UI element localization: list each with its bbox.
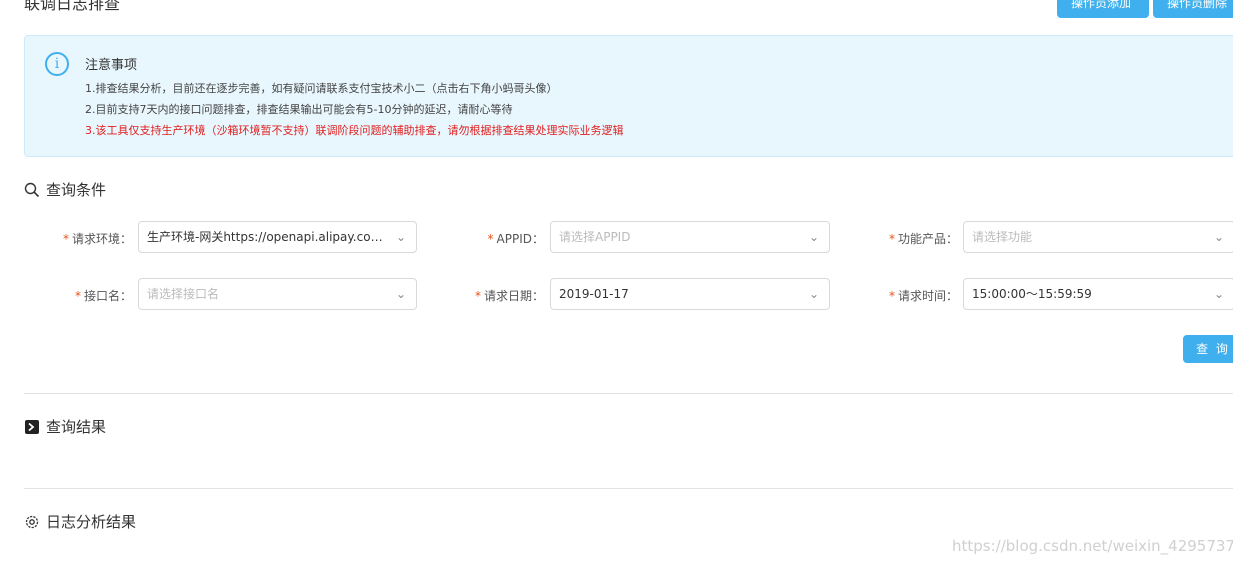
search-icon [24,182,40,198]
log-analysis-section-title: 日志分析结果 [46,513,137,531]
chevron-down-icon: ⌄ [395,287,406,301]
notice-panel: i 注意事项 1.排查结果分析，目前还在逐步完善，如有疑问请联系支付宝技术小二（… [24,35,1233,157]
query-section-header: 查询条件 [24,179,106,200]
time-select[interactable]: 15:00:00～15:59:59 ⌄ [963,278,1233,310]
appid-select-placeholder: 请选择APPID [559,230,631,244]
time-label: * 请求时间： [888,289,958,303]
required-mark: * [888,289,895,303]
log-analysis-section-header: 日志分析结果 [24,511,136,532]
env-select[interactable]: 生产环境-网关https://openapi.alipay.com/gatewa… [138,221,417,253]
env-label: * 请求环境： [62,232,132,246]
api-select-placeholder: 请选择接口名 [147,287,220,301]
result-section-header: 查询结果 [24,416,106,437]
appid-select[interactable]: 请选择APPID ⌄ [550,221,830,253]
env-select-value: 生产环境-网关https://openapi.alipay.com/gatewa… [147,230,416,244]
api-select[interactable]: 请选择接口名 ⌄ [138,278,417,310]
time-select-value: 15:00:00～15:59:59 [972,287,1092,301]
notice-line: 2.目前支持7天内的接口问题排查，排查结果输出可能会有5-10分钟的延迟，请耐心… [85,103,513,116]
appid-label: * APPID： [487,232,544,246]
api-label: * 接口名： [74,289,132,303]
required-mark: * [487,232,494,246]
required-mark: * [888,232,895,246]
required-mark: * [74,289,81,303]
divider [24,393,1233,394]
chevron-down-icon: ⌄ [808,287,819,301]
date-label: * 请求日期： [474,289,544,303]
chevron-down-icon: ⌄ [1213,230,1224,244]
watermark: https://blog.csdn.net/weixin_42957379 [952,537,1233,555]
info-icon: i [45,52,69,76]
notice-warning-line: 3.该工具仅支持生产环境（沙箱环境暂不支持）联调阶段问题的辅助排查，请勿根据排查… [85,124,624,137]
delete-operator-button[interactable]: 操作员删除 [1153,0,1233,18]
add-operator-button[interactable]: 操作员添加 [1057,0,1149,18]
required-mark: * [62,232,69,246]
page-title: 联调日志排查 [24,0,121,13]
divider [24,488,1233,489]
date-select[interactable]: 2019-01-17 ⌄ [550,278,830,310]
query-section-title: 查询条件 [46,181,107,199]
product-select[interactable]: 请选择功能 ⌄ [963,221,1233,253]
result-section-title: 查询结果 [46,418,107,436]
product-select-placeholder: 请选择功能 [972,230,1033,244]
product-label: * 功能产品： [888,232,958,246]
chevron-down-icon: ⌄ [395,230,406,244]
terminal-icon [24,419,40,435]
query-button[interactable]: 查 询 [1183,335,1233,363]
notice-line: 1.排查结果分析，目前还在逐步完善，如有疑问请联系支付宝技术小二（点击右下角小蚂… [85,82,558,95]
required-mark: * [474,289,481,303]
gear-icon [24,514,40,530]
page: 联调日志排查 操作员添加 操作员删除 i 注意事项 1.排查结果分析，目前还在逐… [0,0,1233,565]
chevron-down-icon: ⌄ [808,230,819,244]
notice-title: 注意事项 [85,58,138,73]
chevron-down-icon: ⌄ [1213,287,1224,301]
date-select-value: 2019-01-17 [559,287,629,301]
